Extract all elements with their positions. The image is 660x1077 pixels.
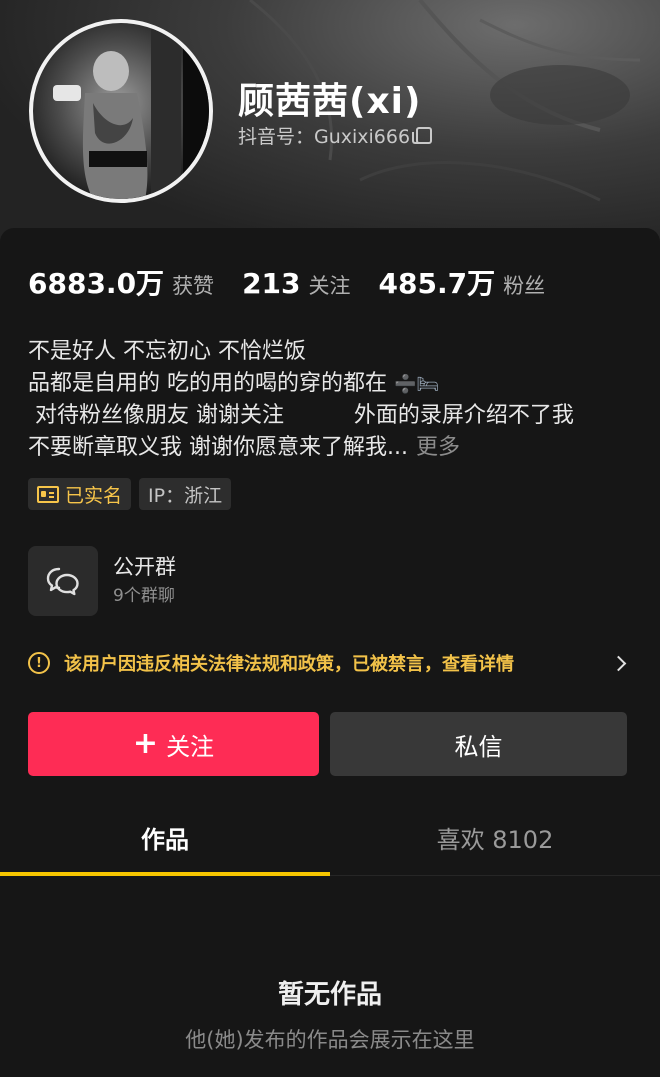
copy-icon[interactable]	[412, 127, 433, 144]
stat-likes-value: 6883.0万	[28, 267, 165, 300]
douyin-id[interactable]: 抖音号：Guxixi666	[238, 122, 433, 149]
profile-tags: 已实名 IP：浙江	[28, 478, 239, 510]
ip-location-label: IP：浙江	[148, 484, 223, 507]
exclamation-circle-icon: !	[28, 652, 50, 674]
bio-more-link[interactable]: 更多	[416, 435, 460, 460]
tab-likes-label: 喜欢 8102	[436, 826, 554, 854]
profile-card: 6883.0万 获赞 213 关注 485.7万 粉丝 不是好人 不忘初心 不恰…	[0, 228, 660, 1077]
stat-following-value: 213	[242, 267, 301, 300]
verified-label: 已实名	[65, 484, 123, 507]
follow-label: 关注	[166, 732, 215, 761]
stat-likes-label: 获赞	[172, 274, 215, 298]
stat-following-label: 关注	[308, 274, 351, 298]
tab-likes[interactable]: 喜欢 8102	[330, 800, 660, 875]
douyin-id-text: 抖音号：Guxixi666	[238, 126, 411, 148]
stat-likes: 6883.0万 获赞	[28, 262, 214, 302]
stat-followers-value: 485.7万	[378, 267, 496, 300]
bio-line-text: 不要断章取义我 谢谢你愿意来了解我...	[28, 435, 408, 460]
bio-line: 品都是自用的 吃的用的喝的穿的都在 ➗🛏	[28, 368, 638, 400]
action-buttons: + 关注 私信	[28, 712, 627, 776]
group-icon-box	[28, 546, 98, 616]
avatar-image	[53, 23, 209, 199]
stat-followers[interactable]: 485.7万 粉丝	[379, 262, 546, 302]
bio[interactable]: 不是好人 不忘初心 不恰烂饭 品都是自用的 吃的用的喝的穿的都在 ➗🛏 对待粉丝…	[28, 336, 638, 464]
bio-line-text: 品都是自用的 吃的用的喝的穿的都在	[28, 371, 394, 396]
bio-line: 不要断章取义我 谢谢你愿意来了解我... 更多	[28, 432, 638, 464]
group-subtitle: 9个群聊	[113, 586, 175, 606]
content-tabs: 作品 喜欢 8102	[0, 800, 660, 876]
group-text: 公开群 9个群聊	[113, 552, 176, 610]
avatar[interactable]	[29, 19, 213, 203]
chat-bubbles-icon	[46, 567, 79, 596]
stats-row: 6883.0万 获赞 213 关注 485.7万 粉丝	[28, 262, 573, 302]
empty-state-subtitle: 他(她)发布的作品会展示在这里	[185, 1028, 475, 1052]
ban-warning-banner[interactable]: ! 该用户因违反相关法律法规和政策，已被禁言，查看详情	[28, 650, 632, 676]
profile-banner: 顾茜茜(xi) 抖音号：Guxixi666	[0, 0, 660, 250]
stat-followers-label: 粉丝	[503, 274, 546, 298]
active-tab-indicator	[0, 872, 330, 876]
id-card-icon	[37, 485, 59, 503]
stat-following[interactable]: 213 关注	[242, 267, 350, 300]
message-label: 私信	[454, 732, 503, 761]
follow-button[interactable]: + 关注	[28, 712, 319, 776]
message-button[interactable]: 私信	[330, 712, 627, 776]
tab-works[interactable]: 作品	[0, 800, 330, 876]
bed-emoji: ➗🛏	[394, 374, 440, 395]
bio-line: 不是好人 不忘初心 不恰烂饭	[28, 339, 306, 364]
bio-line: 对待粉丝像朋友 谢谢关注 外面的录屏介绍不了我	[28, 403, 574, 428]
nickname: 顾茜茜(xi)	[238, 81, 422, 122]
empty-state-title: 暂无作品	[277, 980, 382, 1010]
plus-icon: +	[132, 726, 159, 761]
public-group-entry[interactable]: 公开群 9个群聊	[28, 546, 176, 616]
group-title: 公开群	[113, 555, 176, 579]
ip-location-tag: IP：浙江	[139, 478, 232, 510]
chevron-right-icon	[610, 655, 627, 671]
verified-tag[interactable]: 已实名	[28, 478, 132, 510]
tab-works-label: 作品	[141, 826, 189, 854]
ban-warning-text: 该用户因违反相关法律法规和政策，已被禁言，查看详情	[64, 654, 514, 675]
